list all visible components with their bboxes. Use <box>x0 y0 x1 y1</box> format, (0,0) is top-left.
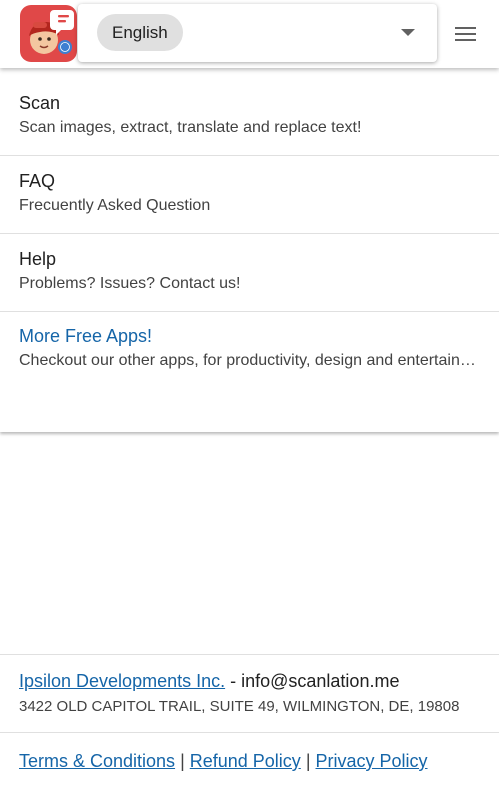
menu-bar-top <box>455 27 476 29</box>
menu-bar-bottom <box>455 39 476 41</box>
menu-item-scan[interactable]: Scan Scan images, extract, translate and… <box>0 93 499 137</box>
menu-item-help[interactable]: Help Problems? Issues? Contact us! <box>0 249 499 293</box>
navigation-menu: Scan Scan images, extract, translate and… <box>0 68 499 432</box>
refund-policy-link[interactable]: Refund Policy <box>190 751 301 771</box>
footer-company-line: Ipsilon Developments Inc. - info@scanlat… <box>19 671 399 692</box>
company-address: 3422 OLD CAPITOL TRAIL, SUITE 49, WILMIN… <box>19 698 460 715</box>
menu-item-title: Help <box>19 249 57 269</box>
footer-divider <box>0 654 499 655</box>
footer-divider <box>0 732 499 733</box>
app-header: English <box>0 0 499 68</box>
divider <box>0 311 499 312</box>
menu-item-more-apps[interactable]: More Free Apps! Checkout our other apps,… <box>0 326 499 370</box>
contact-email: - info@scanlation.me <box>225 671 400 691</box>
menu-item-title: Scan <box>19 93 61 113</box>
company-link[interactable]: Ipsilon Developments Inc. <box>19 671 225 691</box>
language-selector[interactable]: English <box>78 4 437 62</box>
terms-link[interactable]: Terms & Conditions <box>19 751 175 771</box>
privacy-policy-link[interactable]: Privacy Policy <box>316 751 428 771</box>
link-separator: | <box>180 751 185 771</box>
app-logo-icon[interactable] <box>20 5 77 62</box>
menu-bar-middle <box>455 33 476 35</box>
dropdown-arrow-icon[interactable] <box>401 29 415 36</box>
divider <box>0 233 499 234</box>
divider <box>0 155 499 156</box>
policy-links: Terms & Conditions | Refund Policy | Privacy… <box>19 751 428 772</box>
menu-item-subtitle: Checkout our other apps, for productivit… <box>19 352 477 369</box>
menu-item-subtitle: Problems? Issues? Contact us! <box>19 275 241 292</box>
menu-item-title[interactable]: More Free Apps! <box>19 326 499 347</box>
menu-item-subtitle: Scan images, extract, translate and repl… <box>19 119 362 136</box>
language-chip[interactable]: English <box>97 14 183 51</box>
link-separator: | <box>305 751 311 771</box>
hamburger-menu-icon[interactable] <box>448 20 482 48</box>
menu-item-faq[interactable]: FAQ Frecuently Asked Question <box>0 171 499 215</box>
menu-item-title: FAQ <box>19 171 56 191</box>
menu-item-subtitle: Frecuently Asked Question <box>19 197 211 214</box>
